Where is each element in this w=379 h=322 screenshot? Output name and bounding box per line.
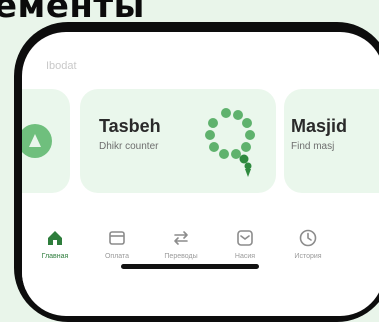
card-partial-icon: [22, 123, 52, 164]
tab-label: Насия: [234, 253, 256, 260]
tab-label: Переводы: [164, 253, 198, 260]
tab-label: Оплата: [104, 253, 130, 260]
clock-icon: [280, 228, 336, 248]
tab-payment[interactable]: Оплата: [89, 228, 145, 260]
home-icon: [27, 228, 83, 248]
bottom-tab-bar: Главная Оплата Переводы Насия История: [22, 210, 379, 290]
tasbeh-beads-icon: [198, 105, 266, 184]
card-subtitle: Dhikr counter: [99, 141, 159, 152]
tab-label: Главная: [41, 253, 69, 260]
service-card-partial[interactable]: [22, 89, 70, 193]
card-subtitle: Find masj: [291, 141, 335, 152]
card-title: Masjid: [291, 116, 348, 136]
tab-history[interactable]: История: [280, 228, 336, 260]
home-indicator[interactable]: [121, 264, 259, 269]
tab-label: История: [294, 253, 322, 260]
wallet-icon: [89, 228, 145, 248]
masjid-card[interactable]: Masjid Find masj: [284, 89, 379, 193]
app-screen: Ibodat Tasbeh Dhikr counter Masjid Find …: [22, 32, 379, 316]
section-label: Ibodat: [46, 60, 77, 72]
tab-transfers[interactable]: Переводы: [153, 228, 209, 260]
tasbeh-card[interactable]: Tasbeh Dhikr counter: [80, 89, 276, 193]
transfer-icon: [153, 228, 209, 248]
tab-home[interactable]: Главная: [27, 228, 83, 260]
card-title: Tasbeh: [99, 116, 161, 136]
inbox-icon: [217, 228, 273, 248]
tab-nasiya[interactable]: Насия: [217, 228, 273, 260]
